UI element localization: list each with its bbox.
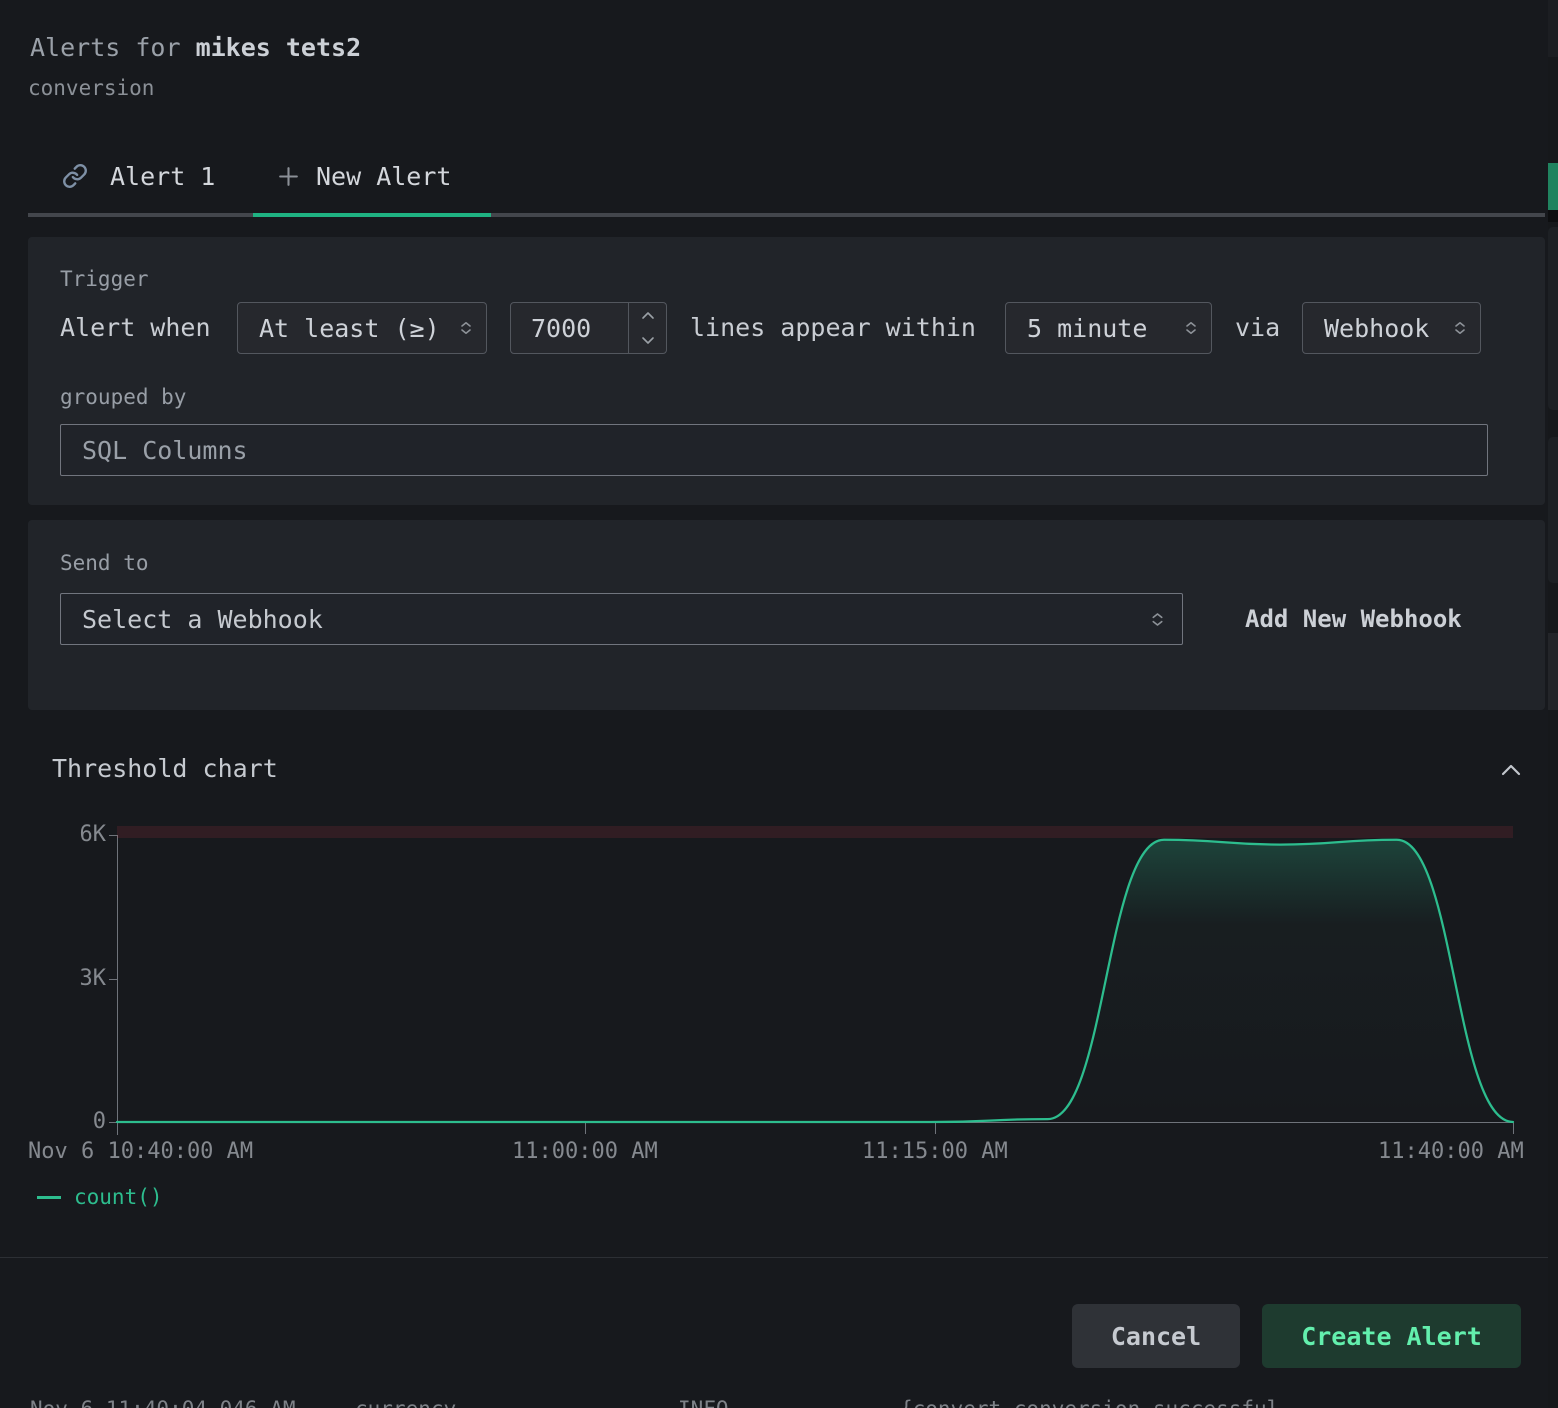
log-level: INFO <box>678 1397 729 1408</box>
page-edge-fragment <box>1548 227 1558 410</box>
webhook-select-placeholder: Select a Webhook <box>82 605 323 634</box>
chevron-up-icon <box>1498 758 1524 784</box>
grouped-by-input[interactable] <box>60 424 1488 476</box>
chevron-down-icon <box>641 336 655 345</box>
send-to-label: Send to <box>60 551 149 575</box>
legend-series-label: count() <box>74 1185 163 1209</box>
footer-divider <box>0 1257 1558 1258</box>
x-axis-tick <box>1513 1123 1514 1134</box>
y-axis-label-3k: 3K <box>36 966 106 992</box>
link-icon <box>62 163 88 189</box>
chevron-up-down-icon <box>1149 611 1166 628</box>
create-alert-button[interactable]: Create Alert <box>1262 1304 1521 1368</box>
comparator-select[interactable]: At least (≥) <box>237 302 487 354</box>
comparator-select-value: At least (≥) <box>259 314 440 343</box>
alerts-modal: Alerts for mikes tets2 conversion Alert … <box>0 0 1558 1408</box>
y-axis-tick <box>109 1122 117 1123</box>
time-window-select-value: 5 minute <box>1027 314 1147 343</box>
legend-line-swatch <box>37 1196 61 1199</box>
log-timestamp: Nov 6 11:40:04.046 AM <box>30 1397 296 1408</box>
page-edge-fragment <box>1548 0 1558 57</box>
page-title: Alerts for mikes tets2 <box>30 33 361 62</box>
trigger-section: Trigger Alert when At least (≥) <box>28 237 1545 505</box>
threshold-stepper <box>628 303 666 353</box>
chevron-up-down-icon <box>1452 320 1468 336</box>
y-axis-label-6k: 6K <box>36 822 106 848</box>
trigger-section-label: Trigger <box>60 267 149 291</box>
y-axis-tick <box>109 979 117 980</box>
x-axis-label-4: 11:40:00 AM <box>1378 1139 1524 1164</box>
page-title-name: mikes tets2 <box>196 33 362 62</box>
stepper-down-button[interactable] <box>629 328 666 353</box>
add-new-webhook-button[interactable]: Add New Webhook <box>1245 593 1462 645</box>
threshold-chart-heading: Threshold chart <box>52 754 278 783</box>
send-to-section: Send to Select a Webhook Add New Webhook <box>28 520 1545 710</box>
background-log-row: Nov 6 11:40:04.046 AM currency INFO {con… <box>0 1397 1558 1408</box>
channel-select-value: Webhook <box>1324 314 1429 343</box>
tab-alert-1[interactable]: Alert 1 <box>62 150 215 202</box>
log-service: currency <box>355 1397 456 1408</box>
series-area <box>117 840 1513 1122</box>
lines-appear-within-label: lines appear within <box>690 302 976 354</box>
collapse-chart-button[interactable] <box>1492 752 1530 790</box>
channel-select[interactable]: Webhook <box>1302 302 1481 354</box>
threshold-number-field <box>510 302 667 354</box>
via-label: via <box>1235 302 1280 354</box>
page-edge-strip <box>1548 0 1558 1408</box>
page-edge-fragment-green <box>1548 163 1558 210</box>
y-axis-label-0: 0 <box>36 1109 106 1135</box>
chevron-up-down-icon <box>458 320 474 336</box>
x-axis-label-2: 11:00:00 AM <box>512 1139 658 1164</box>
chevron-up-icon <box>641 311 655 320</box>
x-axis-label-3: 11:15:00 AM <box>862 1139 1008 1164</box>
chart-legend: count() <box>37 1185 163 1209</box>
cancel-button[interactable]: Cancel <box>1072 1304 1240 1368</box>
log-message: {convert conversion successful <box>900 1397 1279 1408</box>
threshold-line-chart <box>117 835 1513 1127</box>
x-axis-label-1: Nov 6 10:40:00 AM <box>28 1139 253 1164</box>
webhook-select[interactable]: Select a Webhook <box>60 593 1183 645</box>
threshold-input[interactable] <box>511 303 628 353</box>
plus-icon <box>276 164 301 189</box>
y-axis-tick <box>109 835 117 836</box>
tabs-underline-active <box>253 213 491 217</box>
chevron-up-down-icon <box>1183 320 1199 336</box>
page-subtitle: conversion <box>28 76 154 100</box>
time-window-select[interactable]: 5 minute <box>1005 302 1212 354</box>
tab-new-alert-label: New Alert <box>316 162 451 191</box>
page-edge-fragment <box>1548 437 1558 583</box>
alert-when-label: Alert when <box>60 302 211 354</box>
tab-alert-1-label: Alert 1 <box>110 162 215 191</box>
grouped-by-label: grouped by <box>60 385 186 409</box>
page-edge-fragment <box>1548 210 1558 222</box>
tab-new-alert[interactable]: New Alert <box>276 150 451 202</box>
page-edge-fragment <box>1548 633 1558 710</box>
page-title-prefix: Alerts for <box>30 33 196 62</box>
stepper-up-button[interactable] <box>629 303 666 328</box>
